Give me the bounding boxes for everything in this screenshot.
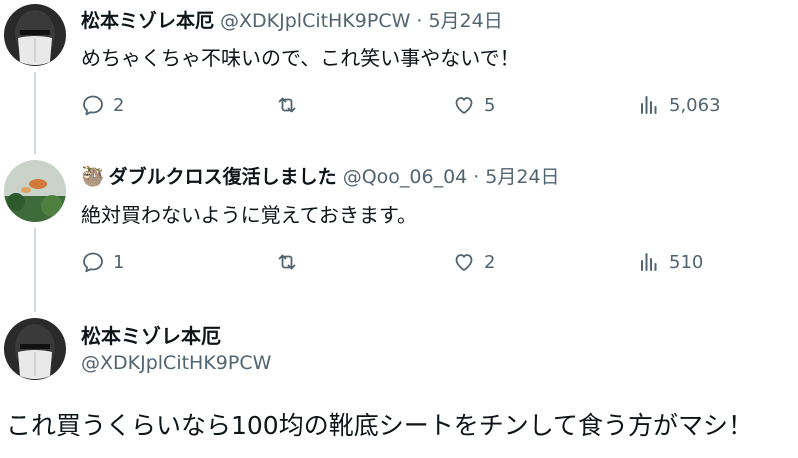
tweet-actions: 1 2 510 [81,250,721,278]
reply-count: 2 [113,94,125,116]
main-tweet-text: これ買うくらいなら100均の靴底シートをチンして食う方がマシ！ [6,411,753,440]
views-count: 5,063 [669,94,721,116]
avatar[interactable] [4,4,66,66]
views-icon [641,96,657,114]
like-count: 5 [484,94,496,116]
like-button[interactable]: 5 [452,93,495,117]
tweet-header: 松本ミゾレ本厄 @XDKJplCitHK9PCW · 5月24日 [81,6,503,33]
reply-button[interactable]: 1 [81,250,124,274]
tweet-header: 🦥 ダブルクロス復活しました @Qoo_06_04 · 5月24日 [81,162,560,189]
reply-count: 1 [113,251,125,273]
user-handle[interactable]: @XDKJplCitHK9PCW [81,352,271,374]
tweet-text: 絶対買わないように覚えておきます。 [81,203,417,227]
views-count: 510 [669,251,704,273]
display-name[interactable]: 松本ミゾレ本厄 [81,320,221,349]
views-button[interactable]: 510 [637,250,703,274]
user-handle[interactable]: @XDKJplCitHK9PCW [220,10,410,32]
display-name[interactable]: ダブルクロス復活しました [109,162,337,189]
like-icon [455,254,473,271]
reply-icon [83,252,103,273]
like-icon [455,97,473,114]
retweet-button[interactable] [275,250,307,274]
separator-dot: · [416,10,423,32]
retweet-button[interactable] [275,93,307,117]
separator-dot: · [473,166,480,188]
like-button[interactable]: 2 [452,250,495,274]
retweet-icon [278,97,296,113]
name-emoji: 🦥 [81,166,105,188]
user-handle[interactable]: @Qoo_06_04 [343,166,468,188]
retweet-icon [278,254,296,270]
views-button[interactable]: 5,063 [637,93,721,117]
tweet-text: めちゃくちゃ不味いので、これ笑い事やないで！ [81,46,520,70]
thread-line [34,228,36,312]
views-icon [641,253,657,271]
avatar[interactable] [4,318,66,380]
reply-button[interactable]: 2 [81,93,124,117]
avatar[interactable] [4,160,66,222]
thread-line [34,72,36,154]
reply-icon [83,95,103,116]
display-name[interactable]: 松本ミゾレ本厄 [81,6,214,33]
tweet-date[interactable]: 5月24日 [485,162,559,189]
tweet-date[interactable]: 5月24日 [428,6,502,33]
tweet-actions: 2 5 5,063 [81,93,721,121]
like-count: 2 [484,251,496,273]
